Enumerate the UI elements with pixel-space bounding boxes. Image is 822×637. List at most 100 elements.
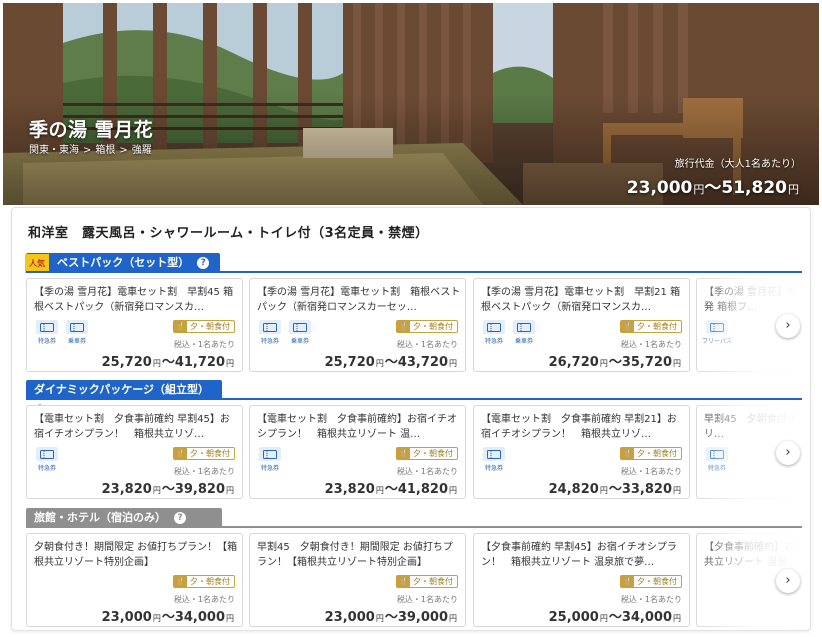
meal-badge: 🍴 夕・朝食付 xyxy=(620,575,682,588)
fork-knife-icon: 🍴 xyxy=(397,321,410,332)
express-ticket: 特急券 xyxy=(34,447,60,472)
plan-price: 25,000円〜34,000円 xyxy=(549,606,682,625)
ticket-label: フリーパス xyxy=(702,338,732,345)
fork-knife-icon: 🍴 xyxy=(174,576,187,587)
fork-knife-icon: 🍴 xyxy=(174,448,187,459)
help-icon[interactable]: ? xyxy=(197,257,210,269)
plan-title[interactable]: 【季の湯 雪月花】電車セット割 早割45 箱根ベストパック（新宿発ロマンスカ… xyxy=(34,285,238,315)
help-icon[interactable]: ? xyxy=(174,512,186,524)
tilde: 〜 xyxy=(608,482,622,497)
ticket-icons: 特急券 xyxy=(704,447,730,472)
plan-card[interactable]: 早割45 夕朝食付き！期間限定 お値打ちプラン！【箱根共立リゾート特別企画】 🍴 夕… xyxy=(249,533,466,627)
price-label: 旅行代金（大人1名あたり） xyxy=(674,159,801,170)
yen-unit: 円 xyxy=(152,486,161,495)
yen-unit: 円 xyxy=(673,359,681,368)
next-arrow-button[interactable]: › xyxy=(776,314,800,338)
per-person-note: 税込・1名あたり xyxy=(396,595,458,604)
ride-ticket: 乗車券 xyxy=(287,320,313,345)
ticket-label: 特急券 xyxy=(260,465,279,472)
yen-unit: 円 xyxy=(673,486,681,495)
price-max: 35,720 xyxy=(621,355,672,370)
tilde: 〜 xyxy=(161,355,175,370)
price-max: 43,720 xyxy=(397,355,448,370)
plan-title[interactable]: 【夕食事前確約 早割45】お宿イチオシプラン！ 箱根共立リゾート 温泉旅で夢… xyxy=(481,540,685,570)
yen-unit: 円 xyxy=(449,614,457,623)
plan-title[interactable]: 夕朝食付き！期間限定 お値打ちプラン！【箱根共立リゾート特別企画】 xyxy=(34,540,238,570)
ride-ticket-icon xyxy=(289,320,311,334)
yen-unit: 円 xyxy=(449,486,457,495)
plan-card[interactable]: 【電車セット割 夕食事前確約 早割21】お宿イチオシプラン！ 箱根共立リゾ… 特急… xyxy=(473,405,690,499)
yen-unit: 円 xyxy=(152,359,161,368)
ticket-label: 乗車券 xyxy=(290,338,309,345)
plan-title[interactable]: 【季の湯 雪月花】電車セット割 ク（小田原発 箱根フ… xyxy=(704,285,802,315)
price-max: 34,000 xyxy=(174,610,225,625)
free-ticket: フリーパス xyxy=(702,320,732,345)
ticket-icons: 特急券 xyxy=(34,447,60,472)
plan-card[interactable]: 【季の湯 雪月花】電車セット割 早割45 箱根ベストパック（新宿発ロマンスカ… 特… xyxy=(26,278,243,372)
yen-unit: 円 xyxy=(226,486,234,495)
fork-knife-icon: 🍴 xyxy=(397,576,410,587)
plan-card[interactable]: 【電車セット割 夕食事前確約 早割45】お宿イチオシプラン！ 箱根共立リゾ… 特急… xyxy=(26,405,243,499)
plan-title[interactable]: 【電車セット割 夕食事前確約 早割21】お宿イチオシプラン！ 箱根共立リゾ… xyxy=(481,412,685,442)
plan-title[interactable]: 【電車セット割 夕食事前確約】お宿イチオシプラン！ 箱根共立リゾート 温… xyxy=(257,412,461,442)
plan-card[interactable]: 夕朝食付き！期間限定 お値打ちプラン！【箱根共立リゾート特別企画】 🍴 夕・朝食付税… xyxy=(26,533,243,627)
ticket-icons: 特急券 xyxy=(257,447,283,472)
breadcrumb: 関東・東海 > 箱根 > 強羅 xyxy=(29,145,152,156)
section-divider xyxy=(26,271,802,273)
breadcrumb-region[interactable]: 関東・東海 xyxy=(29,145,79,156)
meal-badge: 🍴 夕・朝食付 xyxy=(396,320,458,333)
tilde: 〜 xyxy=(161,610,175,625)
price-max: 33,820 xyxy=(621,482,672,497)
plan-title[interactable]: 【夕食事前確約】お宿イチオシプラン！ 箱根共立リゾート 温泉… xyxy=(704,540,802,570)
plan-title[interactable]: 【電車セット割 夕食事前確約 早割45】お宿イチオシプラン！ 箱根共立リゾ… xyxy=(34,412,238,442)
plan-title[interactable]: 早割45 夕朝食付き！ プラン！【箱根共立リ… xyxy=(704,412,802,442)
ticket-label: 特急券 xyxy=(484,338,503,345)
plan-price: 23,000円〜34,000円 xyxy=(102,606,235,625)
tilde: 〜 xyxy=(608,355,622,370)
price-max: 41,820 xyxy=(397,482,448,497)
express-ticket: 特急券 xyxy=(481,447,507,472)
express-ticket: 特急券 xyxy=(34,320,60,345)
plan-title[interactable]: 【季の湯 雪月花】電車セット割 箱根ベストパック（新宿発ロマンスカーセッ… xyxy=(257,285,461,315)
fork-knife-icon: 🍴 xyxy=(174,321,187,332)
plan-title[interactable]: 早割45 夕朝食付き！期間限定 お値打ちプラン！【箱根共立リゾート特別企画】 xyxy=(257,540,461,570)
express-ticket-icon xyxy=(36,447,58,461)
next-arrow-button[interactable]: › xyxy=(776,441,800,465)
plan-card[interactable]: 【季の湯 雪月花】電車セット割 早割21 箱根ベストパック（新宿発ロマンスカ… 特… xyxy=(473,278,690,372)
yen-unit: 円 xyxy=(599,486,608,495)
price-max: 41,720 xyxy=(174,355,225,370)
meal-label: 夕・朝食付 xyxy=(190,577,230,586)
plan-price: 26,720円〜35,720円 xyxy=(549,351,682,370)
per-person-note: 税込・1名あたり xyxy=(173,595,235,604)
section-title: ベストパック（セット型） xyxy=(57,256,190,269)
yen-unit: 円 xyxy=(449,359,457,368)
yen-unit: 円 xyxy=(673,614,681,623)
plan-title[interactable]: 【季の湯 雪月花】電車セット割 早割21 箱根ベストパック（新宿発ロマンスカ… xyxy=(481,285,685,315)
plan-card[interactable]: 【夕食事前確約 早割45】お宿イチオシプラン！ 箱根共立リゾート 温泉旅で夢… 🍴… xyxy=(473,533,690,627)
section-header-bestpack: 人気 ベストパック（セット型）? xyxy=(25,253,220,273)
express-ticket: 特急券 xyxy=(257,447,283,472)
per-person-note: 税込・1名あたり xyxy=(620,595,682,604)
meal-label: 夕・朝食付 xyxy=(190,449,230,458)
per-person-note: 税込・1名あたり xyxy=(173,467,235,476)
price-min: 24,820 xyxy=(548,482,599,497)
plan-price: 23,820円〜41,820円 xyxy=(325,478,458,497)
ticket-label: 特急券 xyxy=(484,465,503,472)
plan-card[interactable]: 【電車セット割 夕食事前確約】お宿イチオシプラン！ 箱根共立リゾート 温… 特急券… xyxy=(249,405,466,499)
card-row-dynamic: 【電車セット割 夕食事前確約 早割45】お宿イチオシプラン！ 箱根共立リゾ… 特急… xyxy=(26,405,802,501)
per-person-note: 税込・1名あたり xyxy=(396,340,458,349)
yen-unit: 円 xyxy=(693,183,705,196)
plan-card[interactable]: 【季の湯 雪月花】電車セット割 箱根ベストパック（新宿発ロマンスカーセッ… 特急券… xyxy=(249,278,466,372)
breadcrumb-area[interactable]: 箱根 xyxy=(95,145,115,156)
price-min: 23,820 xyxy=(324,482,375,497)
ride-ticket: 乗車券 xyxy=(511,320,537,345)
tilde: 〜 xyxy=(161,482,175,497)
per-person-note: 税込・1名あたり xyxy=(173,340,235,349)
yen-unit: 円 xyxy=(152,614,161,623)
meal-badge: 🍴 夕・朝食付 xyxy=(396,447,458,460)
price-min: 26,720 xyxy=(548,355,599,370)
ride-ticket-icon xyxy=(513,320,535,334)
breadcrumb-town[interactable]: 強羅 xyxy=(132,145,152,156)
next-arrow-button[interactable]: › xyxy=(776,569,800,593)
price-max: 51,820 xyxy=(721,178,787,198)
